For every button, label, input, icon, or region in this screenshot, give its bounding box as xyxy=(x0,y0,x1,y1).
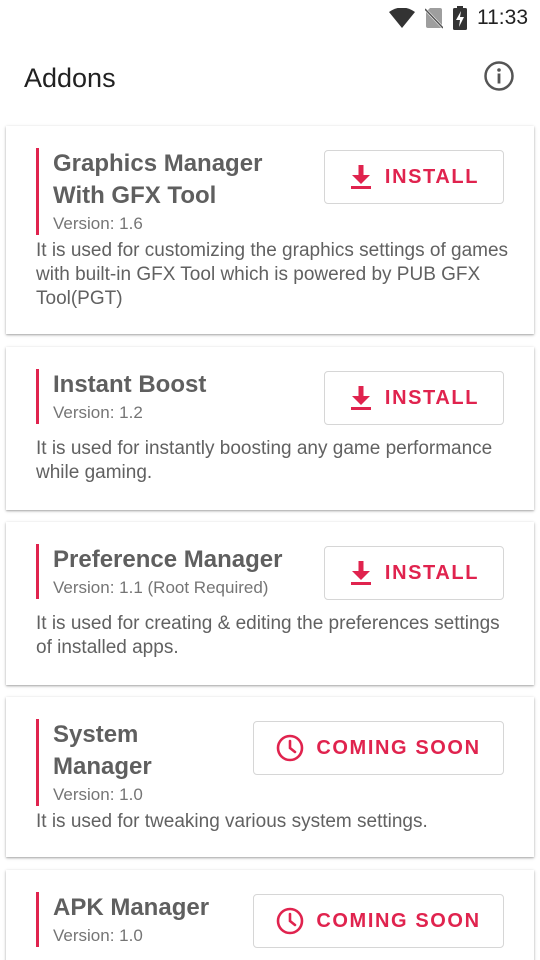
addon-description: It is used for customizing the graphics … xyxy=(36,240,509,309)
addon-description: It is used for tweaking various system s… xyxy=(36,811,428,832)
addon-header: Graphics Manager With GFX Tool Version: … xyxy=(36,148,293,235)
clock-icon xyxy=(276,734,304,762)
addon-version: Version: 1.1 (Root Required) xyxy=(53,578,269,597)
download-icon xyxy=(349,164,373,190)
addon-description: It is used for instantly boosting any ga… xyxy=(36,438,493,483)
addon-version: Version: 1.6 xyxy=(53,214,143,233)
info-icon xyxy=(483,60,515,97)
addon-header: System Manager Version: 1.0 xyxy=(36,719,183,806)
addon-name: Preference Manager xyxy=(53,546,283,573)
addon-name: System Manager xyxy=(53,721,152,780)
addon-card: System Manager Version: 1.0 COMING SOON … xyxy=(6,697,534,857)
coming-soon-button[interactable]: COMING SOON xyxy=(253,721,504,775)
app-bar: Addons xyxy=(0,36,540,120)
addon-version: Version: 1.0 xyxy=(53,926,143,945)
install-button[interactable]: INSTALL xyxy=(324,371,504,425)
download-icon xyxy=(349,385,373,411)
addon-header: APK Manager Version: 1.0 xyxy=(36,892,209,947)
addon-card: Instant Boost Version: 1.2 INSTALL It is… xyxy=(6,347,534,510)
addon-header: Instant Boost Version: 1.2 xyxy=(36,369,206,424)
addon-header: Preference Manager Version: 1.1 (Root Re… xyxy=(36,544,282,599)
addon-version: Version: 1.2 xyxy=(53,403,143,422)
addon-version: Version: 1.0 xyxy=(53,785,143,804)
coming-soon-button[interactable]: COMING SOON xyxy=(253,894,504,948)
status-bar: 11:33 xyxy=(0,0,540,36)
wifi-icon xyxy=(389,8,415,28)
addon-description: It is used for creating & editing the pr… xyxy=(36,613,500,658)
addon-card: APK Manager Version: 1.0 COMING SOON xyxy=(6,870,534,960)
addon-card: Preference Manager Version: 1.1 (Root Re… xyxy=(6,522,534,685)
install-button[interactable]: INSTALL xyxy=(324,546,504,600)
page-title: Addons xyxy=(24,62,116,93)
battery-charging-icon xyxy=(453,6,467,30)
install-button-label: INSTALL xyxy=(384,386,480,409)
addon-name: Graphics Manager With GFX Tool xyxy=(53,150,263,209)
install-button[interactable]: INSTALL xyxy=(324,150,504,204)
info-button[interactable] xyxy=(482,60,516,97)
status-time: 11:33 xyxy=(477,6,528,29)
clock-icon xyxy=(276,907,304,935)
install-button-label: INSTALL xyxy=(384,561,480,584)
no-sim-icon xyxy=(425,7,443,29)
addon-card: Graphics Manager With GFX Tool Version: … xyxy=(6,126,534,334)
install-button-label: INSTALL xyxy=(384,165,480,188)
addon-list: Graphics Manager With GFX Tool Version: … xyxy=(0,120,540,960)
addon-name: Instant Boost xyxy=(53,371,207,398)
download-icon xyxy=(349,560,373,586)
coming-soon-label: COMING SOON xyxy=(316,736,481,759)
addon-name: APK Manager xyxy=(53,894,210,921)
coming-soon-label: COMING SOON xyxy=(316,909,481,932)
